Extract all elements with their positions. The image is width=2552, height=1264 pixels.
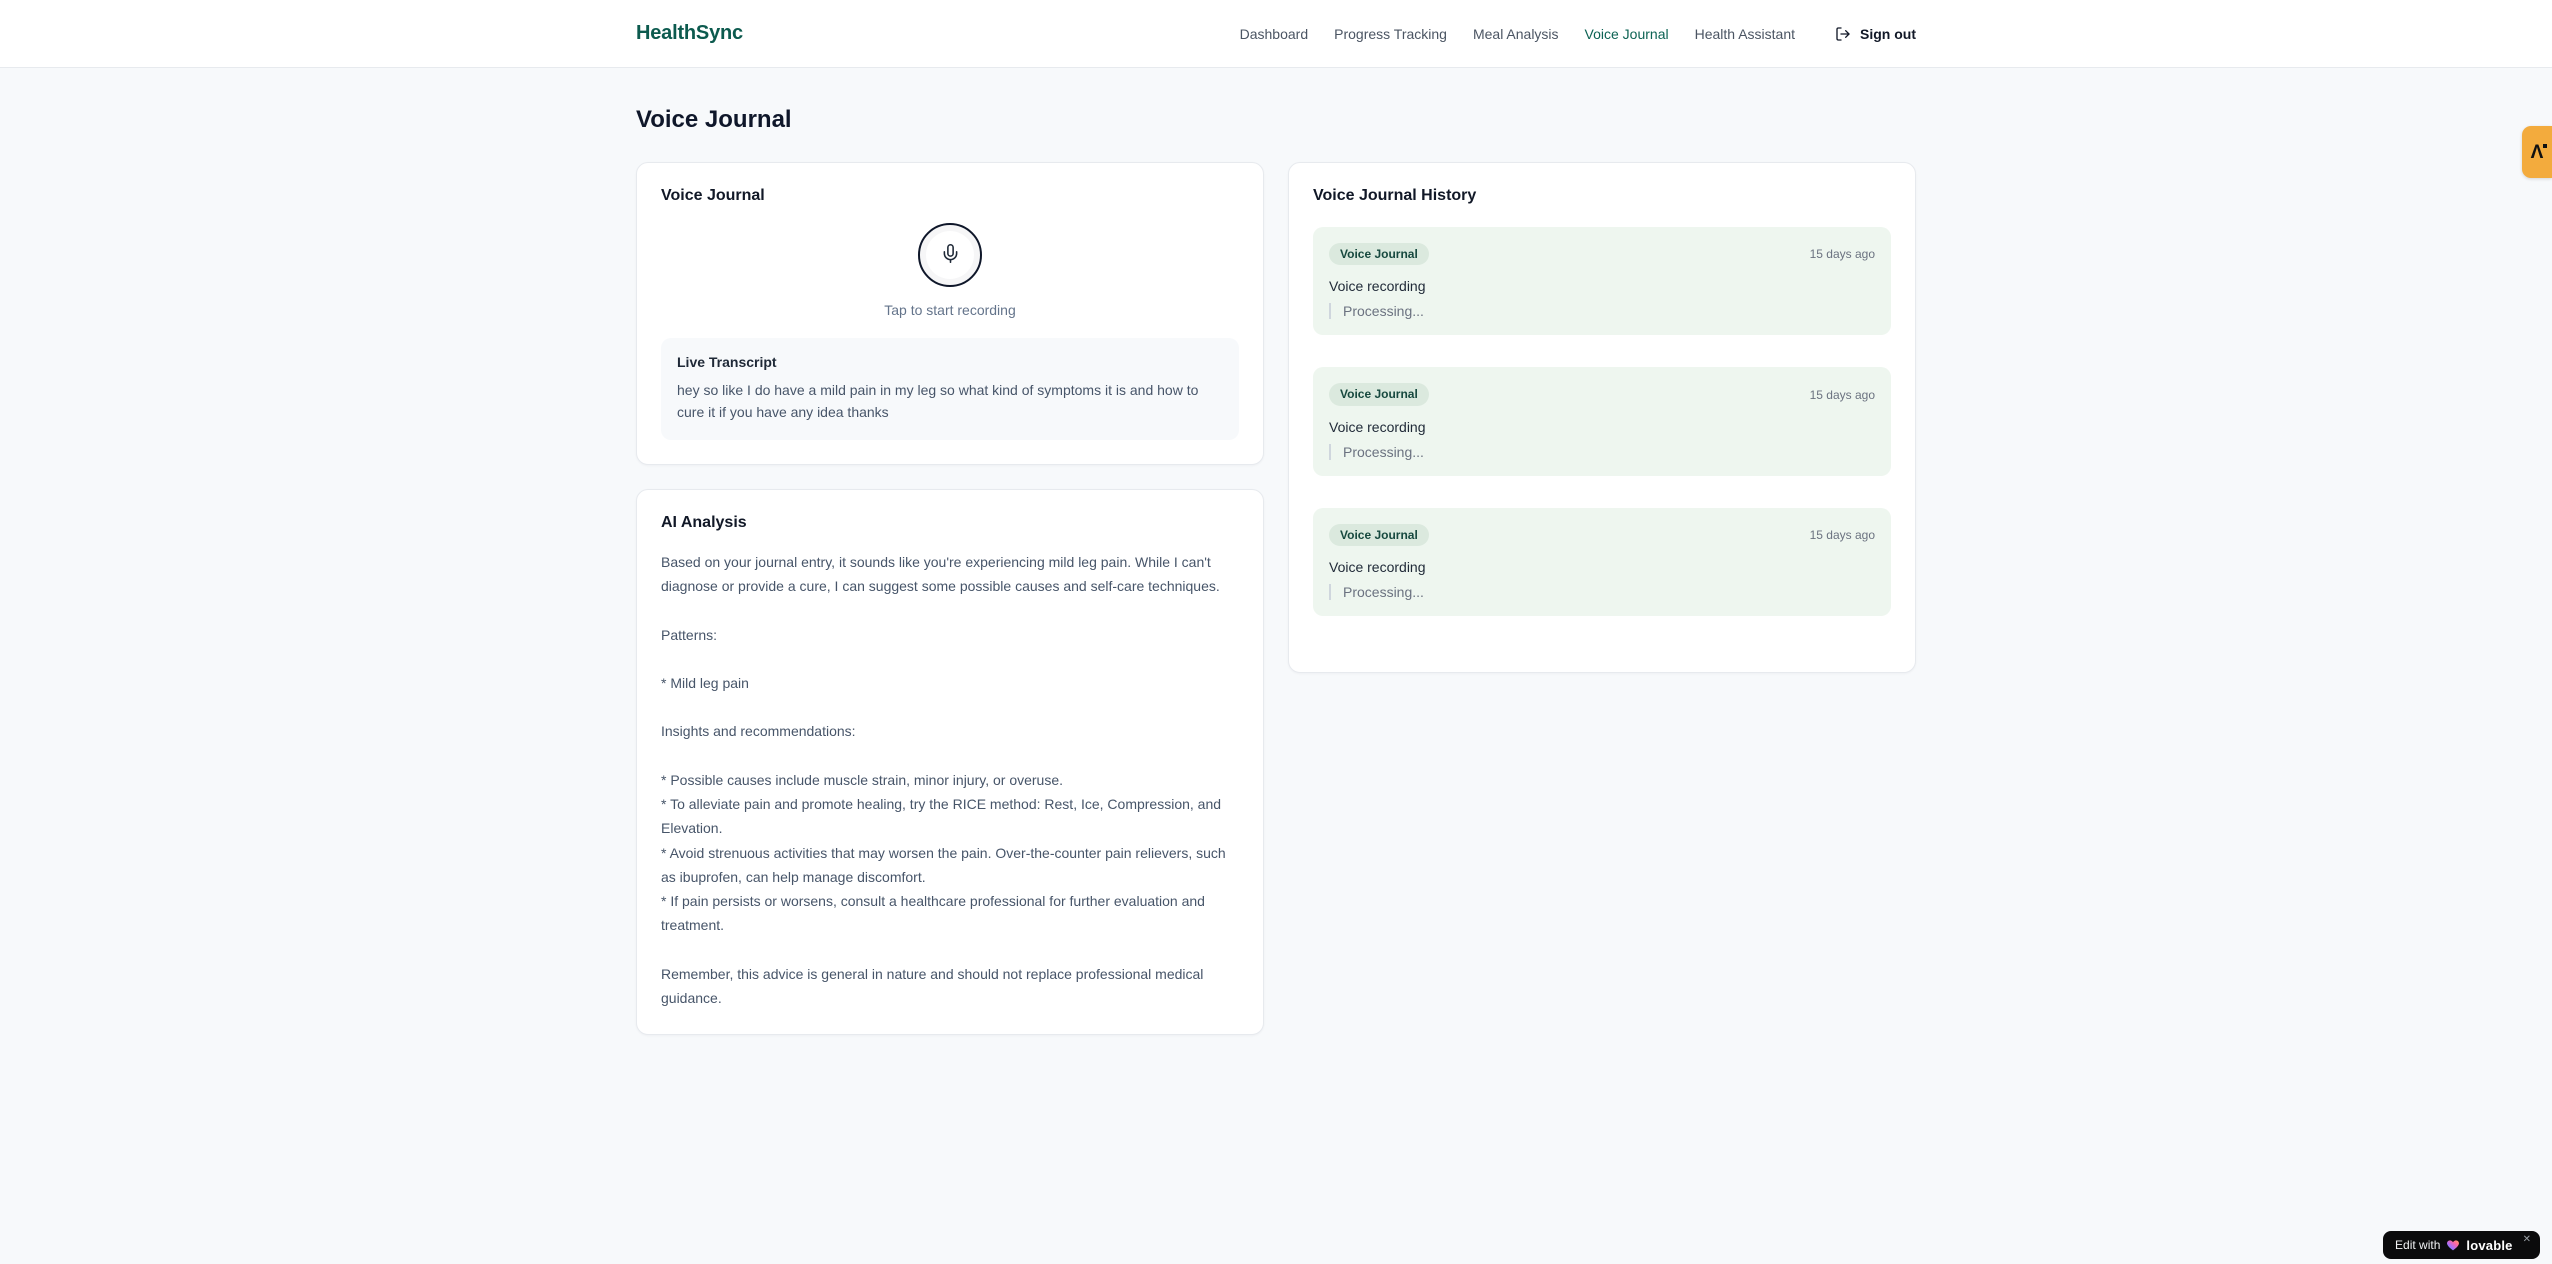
live-transcript-title: Live Transcript: [677, 354, 777, 370]
sign-out-icon: [1835, 26, 1851, 42]
ai-analysis-card: AI Analysis Based on your journal entry,…: [636, 488, 1264, 1036]
app-logo[interactable]: HealthSync: [636, 22, 743, 45]
entry-timestamp: 15 days ago: [1809, 387, 1875, 402]
entry-status: Processing...: [1329, 303, 1875, 320]
entry-timestamp: 15 days ago: [1809, 527, 1875, 542]
main-content: Voice Journal Voice Journal Tap to start…: [636, 68, 1916, 1036]
entry-type-badge: Voice Journal: [1329, 523, 1429, 547]
widget-tab-icon: Λ: [2530, 141, 2547, 163]
entry-title: Voice recording: [1329, 418, 1426, 435]
voice-journal-recorder-card: Voice Journal Tap to start recording Liv…: [636, 162, 1264, 465]
recorder-card-title: Voice Journal: [661, 187, 765, 204]
sign-out-button[interactable]: Sign out: [1835, 26, 1916, 42]
nav-item-dashboard[interactable]: Dashboard: [1240, 26, 1309, 42]
edit-with-lovable-badge[interactable]: Edit with lovable ✕: [2383, 1231, 2540, 1259]
history-entry[interactable]: Voice Journal 15 days ago Voice recordin…: [1313, 507, 1891, 617]
microphone-icon: [940, 243, 961, 267]
edit-with-label: Edit with: [2395, 1238, 2441, 1252]
edge-widget-tab[interactable]: Λ: [2522, 126, 2552, 178]
history-list: Voice Journal 15 days ago Voice recordin…: [1313, 227, 1891, 617]
history-entry[interactable]: Voice Journal 15 days ago Voice recordin…: [1313, 367, 1891, 476]
entry-type-badge: Voice Journal: [1329, 243, 1429, 266]
entry-type-badge: Voice Journal: [1329, 383, 1429, 406]
lovable-heart-icon: [2446, 1238, 2460, 1252]
entry-status: Processing...: [1329, 443, 1875, 460]
close-icon[interactable]: ✕: [2523, 1234, 2531, 1245]
live-transcript-text: hey so like I do have a mild pain in my …: [677, 382, 1199, 420]
voice-journal-history-card: Voice Journal History Voice Journal 15 d…: [1288, 162, 1916, 674]
nav-item-health-assistant[interactable]: Health Assistant: [1695, 26, 1795, 42]
history-entry[interactable]: Voice Journal 15 days ago Voice recordin…: [1313, 227, 1891, 336]
record-button[interactable]: [918, 223, 982, 287]
nav-item-voice-journal[interactable]: Voice Journal: [1585, 26, 1669, 42]
nav-item-progress-tracking[interactable]: Progress Tracking: [1334, 26, 1447, 42]
entry-title: Voice recording: [1329, 278, 1426, 295]
sign-out-label: Sign out: [1860, 25, 1916, 42]
entry-timestamp: 15 days ago: [1809, 247, 1875, 262]
lovable-brand-label: lovable: [2466, 1237, 2513, 1253]
ai-analysis-body: Based on your journal entry, it sounds l…: [661, 553, 1226, 1006]
live-transcript-box: Live Transcript hey so like I do have a …: [661, 338, 1239, 440]
tap-to-record-hint: Tap to start recording: [884, 302, 1016, 318]
top-navigation-bar: HealthSync Dashboard Progress Tracking M…: [0, 0, 2552, 68]
history-card-title: Voice Journal History: [1313, 187, 1477, 204]
right-column: Voice Journal History Voice Journal 15 d…: [1288, 162, 1916, 674]
entry-status: Processing...: [1329, 584, 1875, 601]
ai-analysis-title: AI Analysis: [661, 513, 747, 531]
left-column: Voice Journal Tap to start recording Liv…: [636, 162, 1264, 1036]
entry-title: Voice recording: [1329, 559, 1426, 576]
nav-item-meal-analysis[interactable]: Meal Analysis: [1473, 26, 1559, 42]
main-nav: Dashboard Progress Tracking Meal Analysi…: [1240, 26, 1916, 42]
page-title: Voice Journal: [636, 106, 792, 133]
